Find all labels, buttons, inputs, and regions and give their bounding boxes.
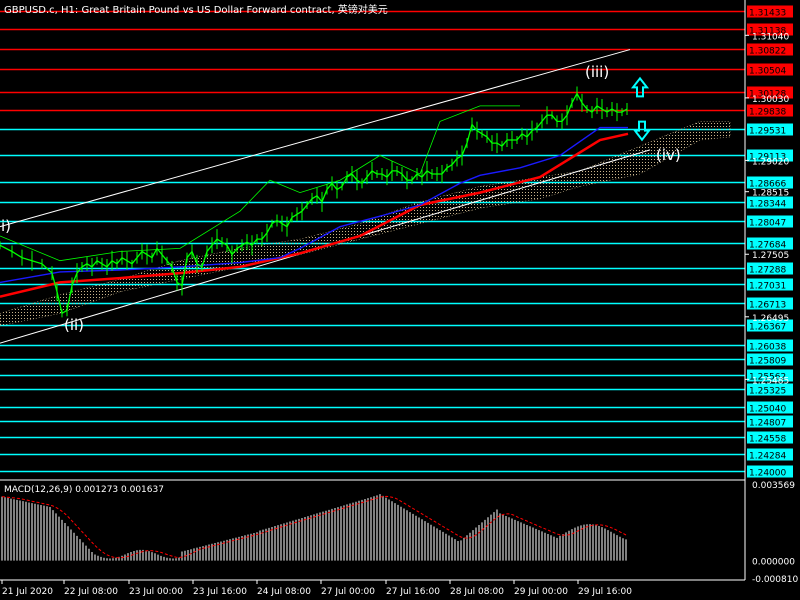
time-tick-label: 22 Jul 08:00 [64,587,118,597]
level-label: 1.28344 [749,200,786,210]
time-tick-label: 29 Jul 00:00 [514,587,568,597]
price-tick-label: 1.28515 [752,189,789,199]
macd-scale-label: 0.003569 [752,481,795,491]
time-tick-label: 23 Jul 00:00 [129,587,183,597]
time-tick-label: 28 Jul 08:00 [450,587,504,597]
time-tick-label: 27 Jul 16:00 [386,587,440,597]
level-label: 1.24000 [749,469,786,479]
price-tick-label: 1.26495 [752,314,789,324]
level-label: 1.26713 [749,301,786,311]
price-tick-label: 1.27505 [752,251,789,261]
price-tick-label: 1.31040 [752,32,789,42]
macd-scale-label: -0.000810 [752,575,798,585]
wave-label: (ii) [64,316,84,334]
level-label: 1.25325 [749,387,786,397]
level-label: 1.29838 [749,108,786,118]
wave-label: (iv) [656,146,681,164]
level-label: 1.26038 [749,343,786,353]
price-tick-label: 1.29020 [752,157,789,167]
macd-scale-label: 0.000000 [752,558,795,568]
level-label: 1.30504 [749,67,786,77]
level-label: 1.25809 [749,357,786,367]
level-label: 1.31433 [749,9,786,19]
wave-label: (iii) [585,63,609,81]
level-label: 1.27288 [749,266,786,276]
time-tick-label: 23 Jul 16:00 [193,587,247,597]
level-label: 1.28047 [749,219,786,229]
macd-title: MACD(12,26,9) 0.001273 0.001637 [4,485,164,495]
level-label: 1.24558 [749,435,786,445]
time-tick-label: 21 Jul 2020 [2,587,53,597]
wave-label: i) [1,217,11,235]
price-tick-label: 1.25485 [752,376,789,386]
level-label: 1.27684 [749,241,786,251]
level-label: 1.26367 [749,323,786,333]
level-label: 1.30822 [749,47,786,57]
time-tick-label: 29 Jul 16:00 [578,587,632,597]
time-tick-label: 24 Jul 08:00 [257,587,311,597]
level-label: 1.27031 [749,282,786,292]
wave-label: (v) [709,0,730,2]
level-label: 1.24284 [749,452,786,462]
trading-chart[interactable]: i) (ii) (iii) (iv) (v) MACD(12,26,9) 0.00127… [0,0,800,600]
chart-title: GBPUSD.c, H1: Great Britain Pound vs US … [4,3,388,16]
time-tick-label: 27 Jul 00:00 [321,587,375,597]
level-label: 1.25040 [749,405,786,415]
level-label: 1.29531 [749,127,786,137]
level-label: 1.24807 [749,419,786,429]
price-tick-label: 1.30030 [752,95,789,105]
